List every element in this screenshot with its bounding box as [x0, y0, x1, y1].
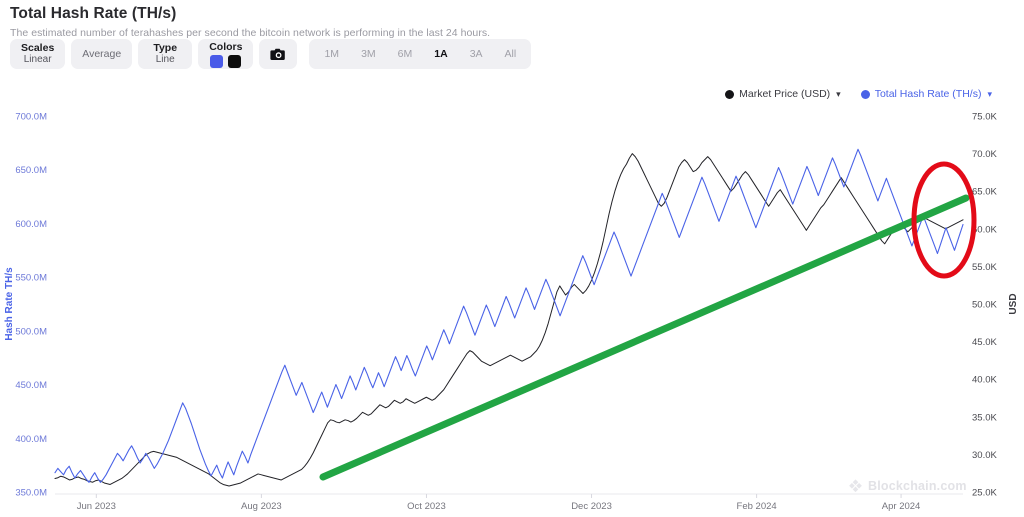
y-axis-left-tick: 550.0M — [15, 273, 47, 284]
chart-legend: Market Price (USD)▾Total Hash Rate (TH/s… — [725, 88, 992, 100]
scales-label: Scales — [21, 42, 54, 54]
range-button-all[interactable]: All — [494, 43, 528, 65]
x-axis-tick-label: Dec 2023 — [571, 501, 612, 512]
legend-item-market-price[interactable]: Market Price (USD) ▾ — [725, 88, 841, 100]
x-axis-tick-label: Aug 2023 — [241, 501, 282, 512]
page-subtitle: The estimated number of terahashes per s… — [10, 26, 1014, 40]
y-axis-right-title: USD — [1008, 293, 1019, 314]
color-swatch-black[interactable] — [228, 55, 241, 68]
colors-button[interactable]: Colors — [198, 39, 253, 69]
y-axis-right-tick: 50.0K — [972, 300, 997, 311]
x-axis-tick-label: Apr 2024 — [882, 501, 921, 512]
range-button-1a[interactable]: 1A — [423, 43, 458, 65]
y-axis-right-tick: 35.0K — [972, 412, 997, 423]
range-button-3a[interactable]: 3A — [459, 43, 494, 65]
chart-canvas[interactable]: 700.0M 650.0M 600.0M 550.0M 500.0M 450.0M 400.… — [0, 100, 1024, 517]
y-axis-right-tick: 55.0K — [972, 262, 997, 273]
screenshot-button[interactable] — [259, 39, 297, 69]
chevron-down-icon[interactable]: ▾ — [987, 90, 992, 99]
y-axis-left-tick: 350.0M — [15, 488, 47, 499]
time-range-group: 1M3M6M1A3AAll — [309, 39, 531, 69]
y-axis-right-tick: 40.0K — [972, 375, 997, 386]
y-axis-left-tick: 450.0M — [15, 380, 47, 391]
series-line-market-price — [55, 154, 963, 486]
color-swatch-blue[interactable] — [210, 55, 223, 68]
range-button-3m[interactable]: 3M — [350, 43, 387, 65]
y-axis-left-tick: 700.0M — [15, 112, 47, 123]
legend-label: Market Price (USD) — [739, 88, 830, 100]
y-axis-left-title: Hash Rate TH/s — [4, 267, 15, 341]
legend-color-dot — [861, 90, 870, 99]
y-axis-right-tick: 75.0K — [972, 112, 997, 123]
type-button[interactable]: Type Line — [138, 39, 192, 69]
type-value: Line — [156, 54, 175, 66]
y-axis-left-tick: 500.0M — [15, 326, 47, 337]
blockchain-logo-icon — [848, 478, 863, 493]
range-button-1m[interactable]: 1M — [313, 43, 350, 65]
type-label: Type — [153, 42, 177, 54]
y-axis-right-tick: 45.0K — [972, 337, 997, 348]
y-axis-left-tick: 600.0M — [15, 219, 47, 230]
average-button[interactable]: Average — [71, 39, 132, 69]
y-axis-right-tick: 30.0K — [972, 450, 997, 461]
chart-page: Total Hash Rate (TH/s) The estimated num… — [0, 0, 1024, 517]
chart-header: Total Hash Rate (TH/s) The estimated num… — [10, 4, 1014, 40]
watermark: Blockchain.com — [848, 478, 967, 493]
legend-label: Total Hash Rate (TH/s) — [875, 88, 982, 100]
y-axis-left-tick: 650.0M — [15, 165, 47, 176]
color-swatches — [210, 55, 241, 68]
chart-plot-area: 700.0M 650.0M 600.0M 550.0M 500.0M 450.0M 400.… — [0, 100, 1024, 517]
watermark-text: Blockchain.com — [868, 479, 967, 493]
average-label: Average — [82, 48, 121, 60]
chart-toolbar: Scales Linear Average Type Line Colors 1… — [10, 39, 531, 69]
scales-value: Linear — [24, 54, 52, 66]
y-axis-right-tick: 25.0K — [972, 488, 997, 499]
colors-label: Colors — [209, 41, 242, 53]
x-axis-tick-label: Oct 2023 — [407, 501, 446, 512]
x-axis-tick-label: Jun 2023 — [77, 501, 116, 512]
y-axis-right-tick: 65.0K — [972, 187, 997, 198]
scales-button[interactable]: Scales Linear — [10, 39, 65, 69]
page-title: Total Hash Rate (TH/s) — [10, 4, 1014, 24]
chevron-down-icon[interactable]: ▾ — [836, 90, 841, 99]
camera-icon — [270, 47, 287, 62]
range-button-6m[interactable]: 6M — [387, 43, 424, 65]
legend-color-dot — [725, 90, 734, 99]
y-axis-left-tick: 400.0M — [15, 434, 47, 445]
legend-item-total-hash-rate[interactable]: Total Hash Rate (TH/s) ▾ — [861, 88, 992, 100]
x-axis-tick-label: Feb 2024 — [737, 501, 777, 512]
y-axis-right-tick: 70.0K — [972, 149, 997, 160]
